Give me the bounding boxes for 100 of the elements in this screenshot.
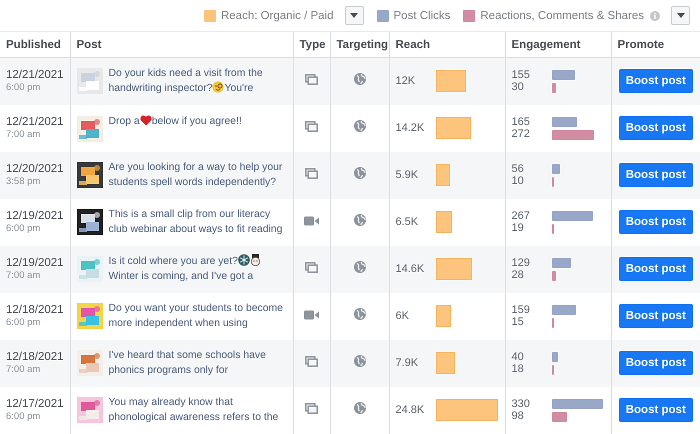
post-text[interactable]: Winter is coming, and I've got a (108, 271, 254, 282)
post-text[interactable]: club webinar about ways to fit reading (108, 224, 282, 235)
publish-time: 6:00 pm (6, 317, 42, 328)
post-text[interactable]: students spell words independently? (108, 177, 276, 188)
heart-icon (140, 115, 152, 126)
publish-time: 7:00 am (6, 270, 42, 281)
globe-icon (354, 355, 366, 367)
reactions-bar (552, 412, 567, 422)
publish-time: 3:58 pm (6, 176, 42, 187)
album-icon (305, 168, 318, 179)
column-header[interactable]: Reach (396, 38, 430, 50)
post-clicks-value: 40 (512, 350, 525, 363)
dropdown-button[interactable] (671, 6, 690, 25)
reactions-value: 19 (512, 222, 525, 234)
publish-time: 6:00 pm (6, 411, 42, 422)
reach-bar (436, 211, 452, 233)
reach-bar (436, 258, 472, 280)
post-clicks-bar (552, 352, 558, 362)
post-clicks-bar (552, 164, 560, 174)
boost-post-button[interactable]: Boost post (618, 304, 693, 328)
info-icon (650, 10, 660, 20)
post-clicks-bar (552, 304, 576, 314)
boost-post-button[interactable]: Boost post (618, 257, 693, 281)
publish-date: 12/19/2021 (6, 210, 64, 222)
post-clicks-value: 267 (512, 210, 531, 222)
post-text[interactable]: You may already know that (108, 397, 233, 408)
reactions-value: 30 (512, 81, 525, 94)
post-text[interactable]: You're (224, 83, 254, 94)
post-text[interactable]: phonological awareness refers to the (108, 412, 278, 423)
publish-date: 12/19/2021 (6, 257, 64, 269)
post-clicks-bar (552, 210, 593, 220)
post-text[interactable]: I've heard that some schools have (108, 350, 266, 361)
boost-post-button[interactable]: Boost post (618, 351, 693, 375)
column-header[interactable]: Post (76, 38, 102, 50)
face-icon (212, 81, 224, 94)
legend-label: Post Clicks (394, 10, 450, 22)
boost-post-button[interactable]: Boost post (618, 116, 693, 140)
publish-time: 7:00 am (6, 364, 42, 375)
post-text[interactable]: handwriting inspector? (108, 83, 212, 94)
globe-icon (354, 308, 366, 320)
post-clicks-bar (552, 398, 602, 408)
reactions-value: 272 (512, 128, 531, 140)
post-clicks-bar (552, 116, 577, 126)
publish-time: 7:00 am (6, 129, 42, 140)
video-camera-icon (304, 310, 319, 320)
post-text[interactable]: Are you looking for a way to help your (108, 162, 282, 173)
album-icon (305, 262, 318, 273)
post-text[interactable]: This is a small clip from our literacy (108, 209, 270, 220)
reach-bar (436, 70, 466, 92)
publish-date: 12/21/2021 (6, 116, 64, 128)
reach-value: 7.9K (396, 357, 420, 369)
dropdown-button[interactable] (344, 6, 364, 25)
post-text[interactable]: phonics programs only for (108, 365, 228, 376)
post-text[interactable]: Do you want your students to become (108, 303, 283, 314)
reach-value: 5.9K (396, 169, 420, 181)
publish-time: 6:00 pm (6, 223, 42, 234)
reactions-bar (552, 318, 554, 328)
post-text[interactable]: below if you agree!! (152, 116, 242, 127)
publish-date: 12/17/2021 (6, 398, 64, 410)
reach-bar (436, 352, 456, 374)
album-icon (305, 74, 318, 86)
post-clicks-value: 155 (512, 68, 531, 82)
column-header[interactable]: Published (6, 38, 61, 50)
post-clicks-bar (552, 258, 572, 268)
boost-post-button[interactable]: Boost post (618, 210, 693, 234)
boost-post-button[interactable]: Boost post (618, 163, 693, 187)
reach-bar (436, 117, 471, 139)
legend-label: Reactions, Comments & Shares (480, 10, 644, 22)
reactions-value: 18 (512, 363, 525, 376)
reach-bar (436, 164, 450, 186)
caret-icon (676, 13, 684, 18)
post-text[interactable]: Is it cold where you are yet? (108, 256, 238, 267)
boost-post-button[interactable]: Boost post (618, 69, 693, 94)
legend-label: Reach: Organic / Paid (220, 10, 334, 22)
globe-icon (354, 261, 366, 273)
globe-icon (354, 167, 366, 179)
post-text[interactable]: Do your kids need a visit from the (108, 68, 263, 80)
publish-date: 12/20/2021 (6, 163, 64, 175)
post-text[interactable]: more independent when using (108, 318, 248, 329)
publish-time: 6:00 pm (6, 82, 42, 94)
snowflake-icon (238, 254, 250, 266)
reactions-value: 10 (512, 175, 525, 188)
post-clicks-value: 56 (512, 162, 525, 175)
reactions-bar (552, 224, 554, 234)
reach-value: 12K (396, 75, 416, 88)
video-camera-icon (304, 216, 319, 226)
post-clicks-value: 165 (512, 116, 531, 128)
reactions-bar (552, 270, 556, 280)
post-clicks-value: 330 (512, 398, 531, 410)
reactions-value: 15 (512, 316, 525, 328)
boost-post-button[interactable]: Boost post (618, 398, 693, 422)
reach-value: 6K (396, 310, 410, 322)
reach-bar (436, 399, 498, 421)
post-text[interactable]: Drop a (108, 116, 140, 127)
globe-icon (354, 214, 366, 226)
globe-icon (354, 402, 366, 414)
reactions-value: 28 (512, 269, 525, 282)
caret-icon (350, 13, 358, 18)
snowman-icon (250, 254, 261, 266)
reactions-bar (552, 130, 594, 140)
